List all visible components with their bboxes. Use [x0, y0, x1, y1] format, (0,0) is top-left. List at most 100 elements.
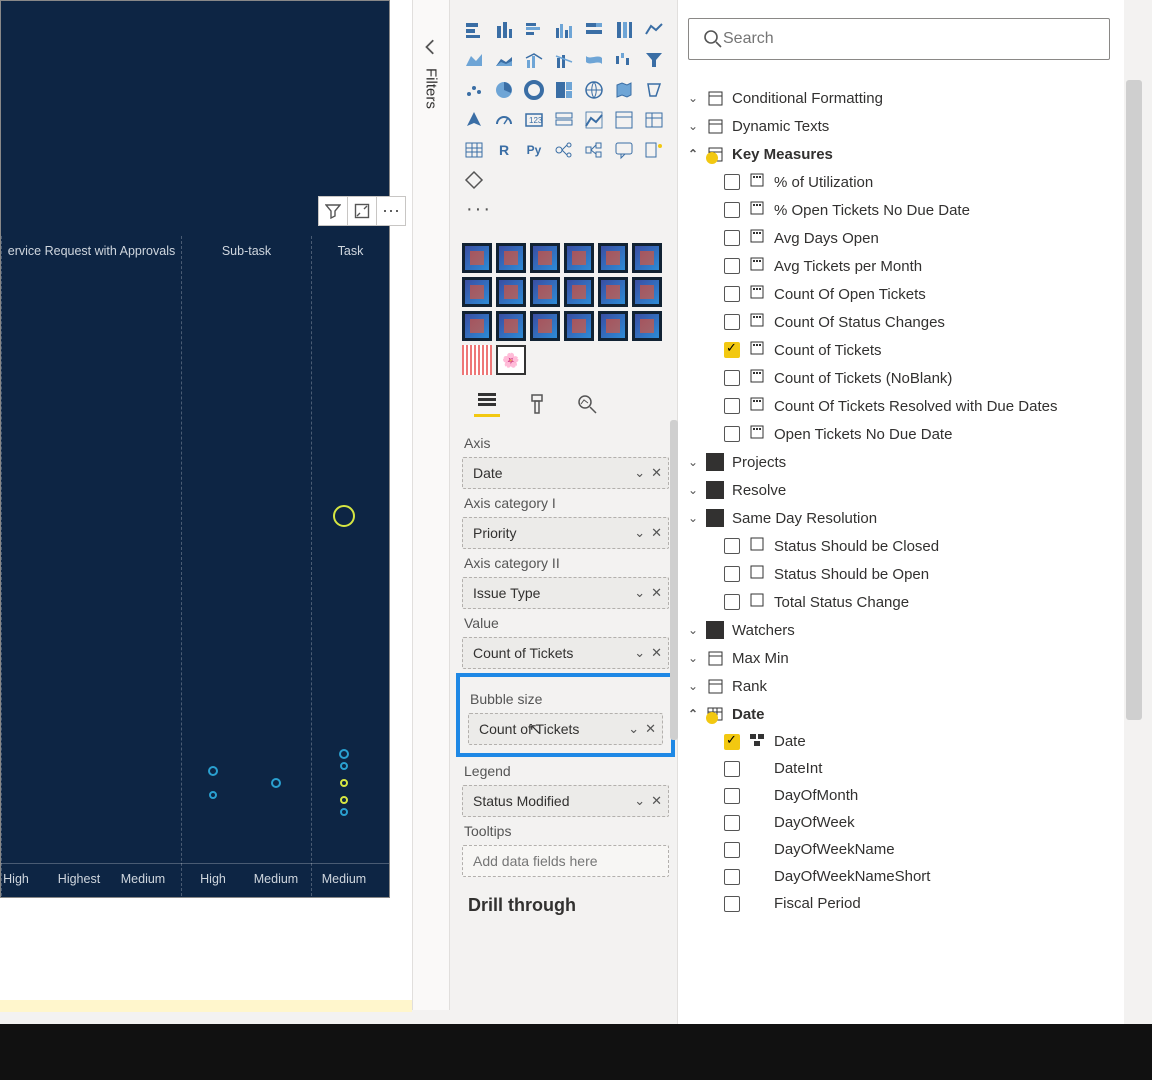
field-item[interactable]: Status Should be Closed: [688, 532, 1110, 560]
field-item[interactable]: Count Of Open Tickets: [688, 280, 1110, 308]
custom-visual-icon[interactable]: [496, 243, 526, 273]
decomp-tree-icon[interactable]: [582, 138, 606, 162]
field-item[interactable]: DayOfWeek: [688, 809, 1110, 836]
checkbox[interactable]: [724, 896, 740, 912]
custom-visual-icon[interactable]: [564, 311, 594, 341]
fields-scrollbar[interactable]: [1126, 80, 1142, 720]
checkbox[interactable]: [724, 538, 740, 554]
field-item[interactable]: Total Status Change: [688, 588, 1110, 616]
chevron-down-icon[interactable]: ⌄: [634, 465, 645, 481]
funnel-icon[interactable]: [642, 48, 666, 72]
bubble-point[interactable]: [340, 779, 348, 787]
shape-map-icon[interactable]: [642, 78, 666, 102]
bubble-point[interactable]: [271, 778, 281, 788]
field-item[interactable]: Open Tickets No Due Date: [688, 420, 1110, 448]
well-bubble-size[interactable]: Count of Tickets ↖ ⌄✕: [468, 713, 663, 745]
remove-icon[interactable]: ✕: [651, 585, 662, 601]
table-conditional-formatting[interactable]: ⌄Conditional Formatting: [688, 84, 1110, 112]
checkbox[interactable]: [724, 842, 740, 858]
custom-visual-icon[interactable]: [632, 243, 662, 273]
chevron-down-icon[interactable]: ⌄: [634, 525, 645, 541]
gauge-icon[interactable]: [492, 108, 516, 132]
field-item[interactable]: DateInt: [688, 755, 1110, 782]
custom-visual-icon[interactable]: [462, 243, 492, 273]
more-options-icon[interactable]: ⋯: [376, 196, 406, 226]
matrix-icon[interactable]: [462, 138, 486, 162]
bubble-point[interactable]: [339, 749, 349, 759]
stacked-bar-icon[interactable]: [462, 18, 486, 42]
custom-visual-icon[interactable]: [462, 277, 492, 307]
r-visual-icon[interactable]: R: [492, 138, 516, 162]
custom-visual-icon[interactable]: [632, 311, 662, 341]
custom-visual-icon[interactable]: [564, 277, 594, 307]
custom-visual-icon[interactable]: 🌸: [496, 345, 526, 375]
chevron-down-icon[interactable]: ⌄: [628, 721, 639, 737]
custom-visual-icon[interactable]: [530, 243, 560, 273]
remove-icon[interactable]: ✕: [651, 525, 662, 541]
well-value[interactable]: Count of Tickets⌄✕: [462, 637, 669, 669]
stacked-column-icon[interactable]: [492, 18, 516, 42]
checkbox[interactable]: [724, 342, 740, 358]
table-maxmin[interactable]: ⌄Max Min: [688, 644, 1110, 672]
field-item[interactable]: Count Of Tickets Resolved with Due Dates: [688, 392, 1110, 420]
pie-chart-icon[interactable]: [492, 78, 516, 102]
vis-scrollbar[interactable]: [670, 420, 678, 740]
table-projects[interactable]: ⌄Projects: [688, 448, 1110, 476]
remove-icon[interactable]: ✕: [645, 721, 656, 737]
line-stacked-icon[interactable]: [552, 48, 576, 72]
checkbox[interactable]: [724, 761, 740, 777]
checkbox[interactable]: [724, 426, 740, 442]
visual-container[interactable]: ervice Request with Approvals Sub-task T…: [0, 0, 390, 898]
checkbox[interactable]: [724, 258, 740, 274]
multi-card-icon[interactable]: [552, 108, 576, 132]
stacked-area-icon[interactable]: [492, 48, 516, 72]
field-item[interactable]: Status Should be Open: [688, 560, 1110, 588]
field-item[interactable]: Fiscal Period: [688, 890, 1110, 917]
filters-pane-collapsed[interactable]: Filters: [412, 0, 450, 1010]
bubble-point[interactable]: [209, 791, 217, 799]
custom-visual-icon[interactable]: [598, 277, 628, 307]
field-item[interactable]: % of Utilization: [688, 168, 1110, 196]
smart-narrative-icon[interactable]: [642, 138, 666, 162]
checkbox[interactable]: [724, 230, 740, 246]
area-chart-icon[interactable]: [462, 48, 486, 72]
focus-mode-icon[interactable]: [347, 196, 377, 226]
remove-icon[interactable]: ✕: [651, 793, 662, 809]
well-legend[interactable]: Status Modified⌄✕: [462, 785, 669, 817]
well-axis-category-1[interactable]: Priority⌄✕: [462, 517, 669, 549]
clustered-bar-icon[interactable]: [522, 18, 546, 42]
waterfall-icon[interactable]: [612, 48, 636, 72]
checkbox[interactable]: [724, 314, 740, 330]
custom-visual-icon[interactable]: [598, 243, 628, 273]
table-key-measures[interactable]: ⌃ Key Measures: [688, 140, 1110, 168]
custom-visual-icon[interactable]: [564, 243, 594, 273]
field-item[interactable]: Date: [688, 728, 1110, 755]
stacked-bar100-icon[interactable]: [582, 18, 606, 42]
checkbox[interactable]: [724, 788, 740, 804]
checkbox[interactable]: [724, 398, 740, 414]
checkbox[interactable]: [724, 734, 740, 750]
field-item[interactable]: Count of Tickets: [688, 336, 1110, 364]
get-more-visuals-icon[interactable]: [462, 168, 486, 192]
table-resolve[interactable]: ⌄Resolve: [688, 476, 1110, 504]
table-icon[interactable]: [642, 108, 666, 132]
field-item[interactable]: DayOfWeekName: [688, 836, 1110, 863]
fields-tab[interactable]: [474, 391, 500, 417]
custom-visual-icon[interactable]: [530, 311, 560, 341]
format-tab[interactable]: [524, 391, 550, 417]
chevron-down-icon[interactable]: ⌄: [634, 645, 645, 661]
field-item[interactable]: DayOfMonth: [688, 782, 1110, 809]
key-influencers-icon[interactable]: [552, 138, 576, 162]
custom-visual-icon[interactable]: [496, 277, 526, 307]
checkbox[interactable]: [724, 286, 740, 302]
well-tooltips[interactable]: Add data fields here: [462, 845, 669, 877]
card-icon[interactable]: 123: [522, 108, 546, 132]
checkbox[interactable]: [724, 370, 740, 386]
table-same-day[interactable]: ⌄Same Day Resolution: [688, 504, 1110, 532]
fields-search[interactable]: [688, 18, 1110, 60]
scatter-chart-icon[interactable]: [462, 78, 486, 102]
custom-visual-icon[interactable]: [496, 311, 526, 341]
donut-chart-icon[interactable]: [522, 78, 546, 102]
table-dynamic-texts[interactable]: ⌄Dynamic Texts: [688, 112, 1110, 140]
analytics-tab[interactable]: [574, 391, 600, 417]
